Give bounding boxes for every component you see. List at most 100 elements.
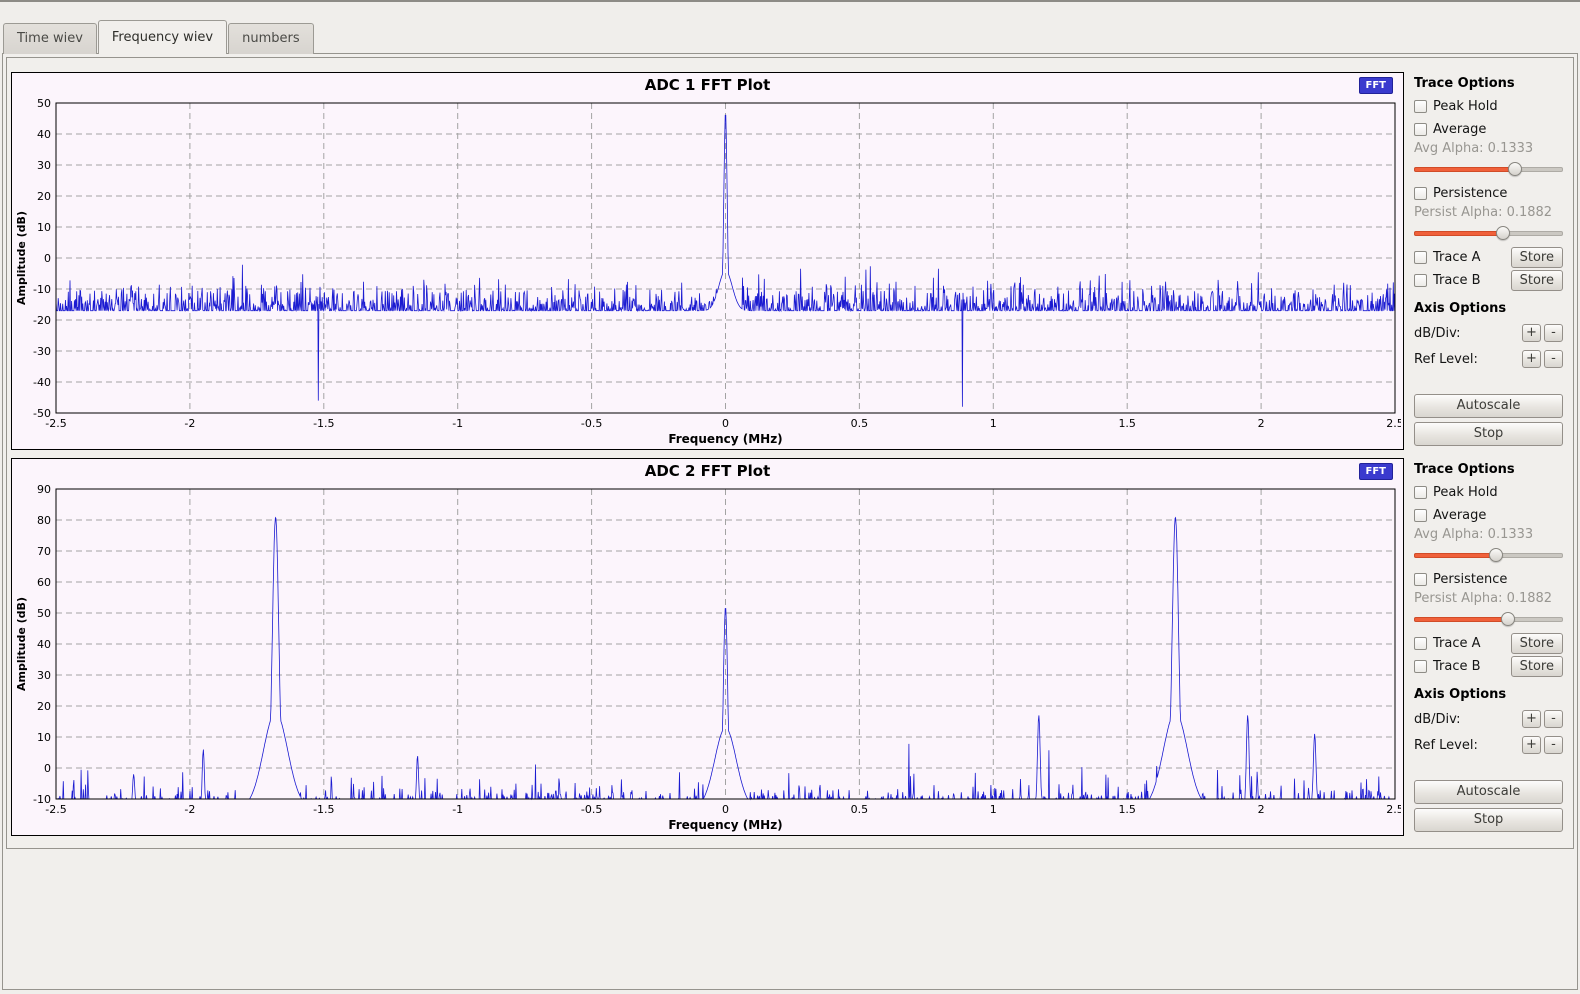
- svg-text:-10: -10: [33, 793, 51, 806]
- slider-thumb[interactable]: [1496, 226, 1510, 240]
- adc2-persistence-row: Persistence: [1414, 568, 1563, 591]
- svg-text:1: 1: [990, 803, 997, 816]
- fft-content-area: ADC 1 FFT Plot FFT -2.5-2-1.5-1-0.500.51…: [6, 57, 1574, 849]
- svg-text:50: 50: [37, 607, 51, 620]
- svg-text:2: 2: [1258, 417, 1265, 430]
- trace-a-store-button[interactable]: Store: [1511, 247, 1563, 268]
- adc1-average-row: Average: [1414, 118, 1563, 141]
- adc2-fft-badge[interactable]: FFT: [1359, 463, 1393, 480]
- persistence-label: Persistence: [1433, 572, 1507, 587]
- svg-text:2: 2: [1258, 803, 1265, 816]
- tab-frequency-view[interactable]: Frequency wiev: [98, 20, 227, 54]
- slider-fill: [1414, 553, 1496, 558]
- trace-b-store-button[interactable]: Store: [1511, 656, 1563, 677]
- tab-numbers[interactable]: numbers: [228, 23, 314, 54]
- adc2-axis-options-header: Axis Options: [1414, 687, 1563, 702]
- svg-text:-2: -2: [184, 417, 195, 430]
- average-checkbox[interactable]: [1414, 509, 1427, 522]
- trace-a-checkbox[interactable]: [1414, 637, 1427, 650]
- ref-level-plus-button[interactable]: +: [1522, 350, 1541, 368]
- ref-level-minus-button[interactable]: -: [1544, 736, 1563, 754]
- db-div-label: dB/Div:: [1414, 712, 1461, 727]
- adc1-sidebar: Trace Options Peak Hold Average Avg Alph…: [1406, 72, 1569, 450]
- trace-a-label: Trace A: [1433, 636, 1481, 651]
- db-div-minus-button[interactable]: -: [1544, 324, 1563, 342]
- persistence-checkbox[interactable]: [1414, 187, 1427, 200]
- slider-thumb[interactable]: [1489, 548, 1503, 562]
- fft-plot-canvas: -2.5-2-1.5-1-0.500.511.522.5-50-40-30-20…: [14, 97, 1401, 447]
- persist-alpha-slider[interactable]: [1414, 226, 1563, 242]
- adc2-sidebar: Trace Options Peak Hold Average Avg Alph…: [1406, 458, 1569, 836]
- trace-b-label: Trace B: [1433, 659, 1481, 674]
- svg-text:0.5: 0.5: [851, 417, 869, 430]
- adc1-fft-badge[interactable]: FFT: [1359, 77, 1393, 94]
- db-div-minus-button[interactable]: -: [1544, 710, 1563, 728]
- persist-alpha-slider[interactable]: [1414, 612, 1563, 628]
- avg-alpha-slider[interactable]: [1414, 548, 1563, 564]
- adc2-trace-options-header: Trace Options: [1414, 462, 1563, 477]
- svg-text:60: 60: [37, 576, 51, 589]
- ref-level-plus-button[interactable]: +: [1522, 736, 1541, 754]
- peak-hold-checkbox[interactable]: [1414, 100, 1427, 113]
- svg-text:1: 1: [990, 417, 997, 430]
- tab-time-view[interactable]: Time wiev: [3, 23, 97, 54]
- svg-text:1.5: 1.5: [1118, 803, 1136, 816]
- svg-text:-2: -2: [184, 803, 195, 816]
- adc1-trace-options-header: Trace Options: [1414, 76, 1563, 91]
- trace-b-store-button[interactable]: Store: [1511, 270, 1563, 291]
- svg-text:0: 0: [722, 417, 729, 430]
- average-label: Average: [1433, 122, 1486, 137]
- stop-button[interactable]: Stop: [1414, 808, 1563, 832]
- persist-alpha-label: Persist Alpha: 0.1882: [1414, 205, 1563, 225]
- stop-button[interactable]: Stop: [1414, 422, 1563, 446]
- db-div-plus-button[interactable]: +: [1522, 324, 1541, 342]
- adc2-row: ADC 2 FFT Plot FFT -2.5-2-1.5-1-0.500.51…: [11, 458, 1569, 836]
- adc1-trace-a-row: Trace A Store: [1414, 246, 1563, 269]
- slider-fill: [1414, 167, 1515, 172]
- svg-text:40: 40: [37, 638, 51, 651]
- adc1-fft-plot: -2.5-2-1.5-1-0.500.511.522.5-50-40-30-20…: [14, 97, 1401, 447]
- svg-text:-40: -40: [33, 376, 51, 389]
- trace-b-checkbox[interactable]: [1414, 274, 1427, 287]
- adc2-db-div-row: dB/Div: + -: [1414, 706, 1563, 732]
- svg-text:0.5: 0.5: [851, 803, 869, 816]
- svg-text:Frequency (MHz): Frequency (MHz): [668, 818, 782, 832]
- adc1-db-div-row: dB/Div: + -: [1414, 320, 1563, 346]
- adc2-fft-panel: ADC 2 FFT Plot FFT -2.5-2-1.5-1-0.500.51…: [11, 458, 1404, 836]
- svg-text:-1.5: -1.5: [313, 417, 334, 430]
- slider-thumb[interactable]: [1508, 162, 1522, 176]
- trace-b-checkbox[interactable]: [1414, 660, 1427, 673]
- svg-text:Frequency (MHz): Frequency (MHz): [668, 432, 782, 446]
- svg-text:-50: -50: [33, 407, 51, 420]
- svg-text:90: 90: [37, 483, 51, 496]
- persistence-label: Persistence: [1433, 186, 1507, 201]
- svg-text:Amplitude (dB): Amplitude (dB): [15, 597, 28, 691]
- peak-hold-label: Peak Hold: [1433, 99, 1498, 114]
- db-div-label: dB/Div:: [1414, 326, 1461, 341]
- trace-a-label: Trace A: [1433, 250, 1481, 265]
- trace-a-store-button[interactable]: Store: [1511, 633, 1563, 654]
- persistence-checkbox[interactable]: [1414, 573, 1427, 586]
- autoscale-button[interactable]: Autoscale: [1414, 780, 1563, 804]
- svg-text:-1: -1: [452, 417, 463, 430]
- average-checkbox[interactable]: [1414, 123, 1427, 136]
- avg-alpha-slider[interactable]: [1414, 162, 1563, 178]
- svg-text:2.5: 2.5: [1386, 417, 1401, 430]
- ref-level-minus-button[interactable]: -: [1544, 350, 1563, 368]
- peak-hold-checkbox[interactable]: [1414, 486, 1427, 499]
- trace-a-checkbox[interactable]: [1414, 251, 1427, 264]
- db-div-plus-button[interactable]: +: [1522, 710, 1541, 728]
- svg-text:0: 0: [44, 762, 51, 775]
- notebook-page: ADC 1 FFT Plot FFT -2.5-2-1.5-1-0.500.51…: [2, 53, 1578, 990]
- adc2-average-row: Average: [1414, 504, 1563, 527]
- adc2-plot-title: ADC 2 FFT Plot: [12, 462, 1403, 480]
- peak-hold-label: Peak Hold: [1433, 485, 1498, 500]
- svg-text:-30: -30: [33, 345, 51, 358]
- svg-text:50: 50: [37, 97, 51, 110]
- view-tabbar: Time wiev Frequency wiev numbers: [3, 20, 315, 54]
- autoscale-button[interactable]: Autoscale: [1414, 394, 1563, 418]
- persist-alpha-label: Persist Alpha: 0.1882: [1414, 591, 1563, 611]
- adc2-ref-level-row: Ref Level: + -: [1414, 732, 1563, 758]
- slider-thumb[interactable]: [1501, 612, 1515, 626]
- avg-alpha-label: Avg Alpha: 0.1333: [1414, 527, 1563, 547]
